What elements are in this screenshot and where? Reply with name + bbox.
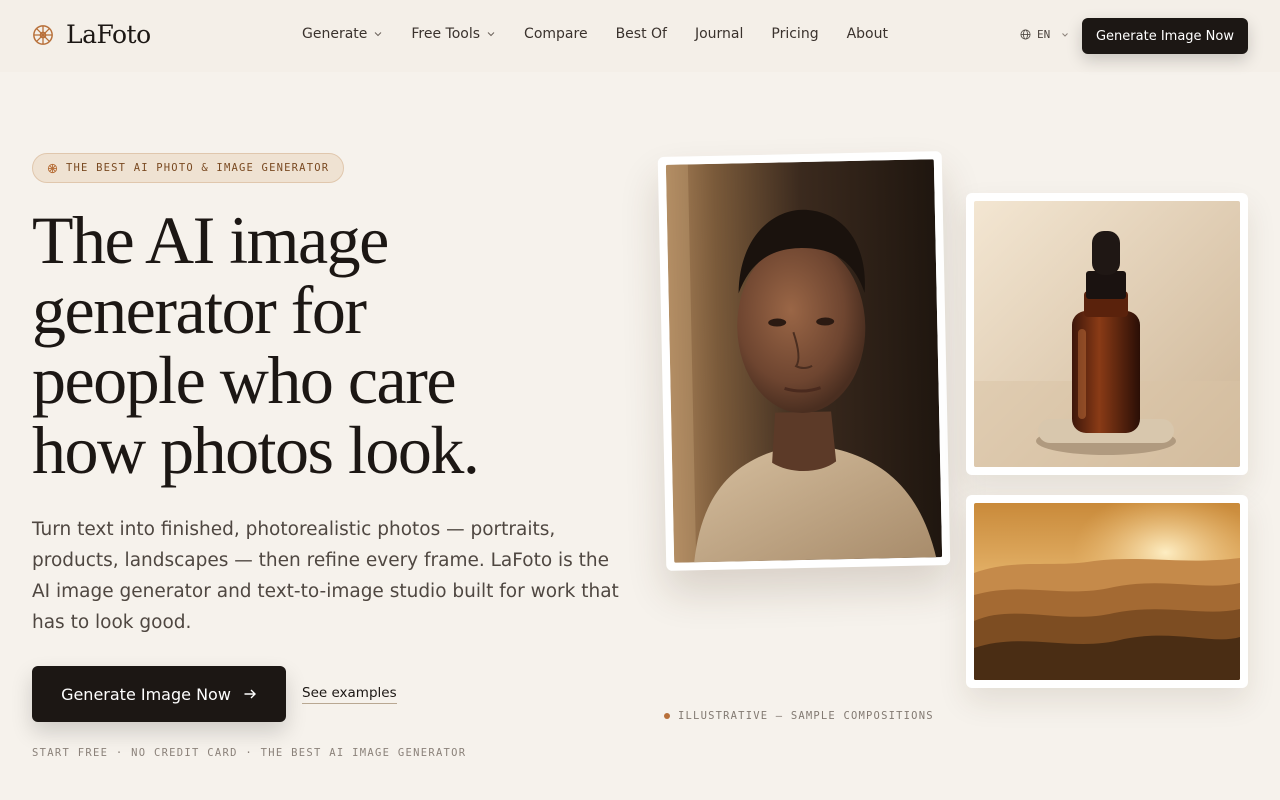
globe-icon <box>1020 29 1031 40</box>
serum-bottle-image <box>974 201 1240 467</box>
headline-line: generator for <box>32 272 367 348</box>
nav-item-label: About <box>846 26 888 42</box>
language-label: EN <box>1037 28 1051 41</box>
hero-fineprint: START FREE · NO CREDIT CARD · THE BEST A… <box>32 747 467 759</box>
nav-item-label: Pricing <box>771 26 819 42</box>
hero-headline: The AI image generator for people who ca… <box>32 205 632 485</box>
product-image-card <box>966 193 1248 475</box>
nav-item-best-of[interactable]: Best Of <box>616 26 667 42</box>
portrait-image-card <box>657 151 951 571</box>
nav-item-journal[interactable]: Journal <box>695 26 743 42</box>
arrow-right-icon <box>244 689 256 699</box>
nav-item-label: Compare <box>524 26 588 42</box>
language-selector[interactable]: EN <box>1020 28 1070 41</box>
brand-logo[interactable]: LaFoto <box>32 20 151 49</box>
see-examples-link[interactable]: See examples <box>302 685 397 704</box>
nav-item-generate[interactable]: Generate <box>302 26 383 42</box>
nav-item-label: Generate <box>302 26 368 42</box>
hero-badge: THE BEST AI PHOTO & IMAGE GENERATOR <box>32 153 345 183</box>
caption-dot-icon <box>664 713 670 719</box>
nav-item-label: Free Tools <box>411 26 481 42</box>
hero-description: Turn text into finished, photorealistic … <box>32 519 619 633</box>
logo-icon <box>33 24 53 45</box>
nav-item-pricing[interactable]: Pricing <box>771 26 818 42</box>
nav-item-label: Journal <box>694 26 744 42</box>
gallery-caption: ILLUSTRATIVE — SAMPLE COMPOSITIONS <box>664 710 934 722</box>
cta-label: Generate Image Now <box>61 684 231 704</box>
nav-item-free-tools[interactable]: Free Tools <box>411 26 496 42</box>
headline-line: people who care <box>32 342 457 418</box>
main-menu: Generate Free Tools Compare Best Of Jour… <box>302 26 916 42</box>
brand-name: LaFoto <box>66 20 151 49</box>
landscape-image-card <box>966 495 1248 688</box>
nav-item-label: Best Of <box>615 26 667 42</box>
nav-generate-button[interactable]: Generate Image Now <box>1082 18 1248 54</box>
headline-line: The AI image <box>32 202 389 278</box>
hero-generate-button[interactable]: Generate Image Now <box>32 666 286 722</box>
nav-item-about[interactable]: About <box>847 26 888 42</box>
chevron-down-icon <box>1062 32 1069 37</box>
top-nav: LaFoto Generate Free Tools Compare Best … <box>0 0 1280 72</box>
sparkle-icon <box>47 163 58 173</box>
chevron-down-icon <box>375 32 382 37</box>
chevron-down-icon <box>487 32 495 37</box>
gallery-caption-text: ILLUSTRATIVE — SAMPLE COMPOSITIONS <box>678 710 934 722</box>
nav-item-compare[interactable]: Compare <box>524 26 588 42</box>
portrait-image <box>665 159 943 563</box>
headline-line: how photos look. <box>32 412 480 488</box>
hero-badge-label: THE BEST AI PHOTO & IMAGE GENERATOR <box>66 162 330 174</box>
landscape-image <box>974 503 1240 680</box>
